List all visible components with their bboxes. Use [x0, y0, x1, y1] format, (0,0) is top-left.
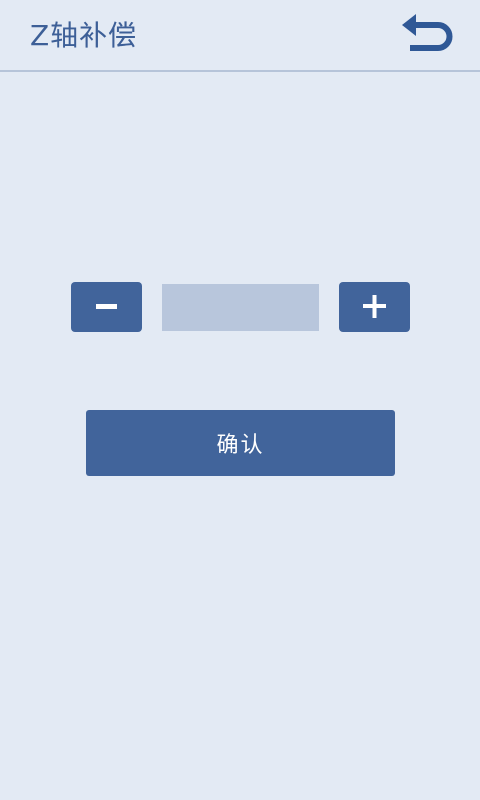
z-offset-input[interactable] [162, 284, 319, 331]
minus-icon [96, 304, 117, 309]
decrement-button[interactable] [71, 282, 142, 332]
plus-icon [363, 295, 386, 318]
confirm-button[interactable]: 确认 [86, 410, 395, 476]
page-title: Z轴补偿 [30, 19, 138, 52]
confirm-button-label: 确认 [216, 433, 265, 458]
back-button[interactable] [400, 12, 456, 62]
header-bar: Z轴补偿 [0, 0, 480, 72]
undo-arrow-icon [402, 14, 453, 51]
increment-button[interactable] [339, 282, 410, 332]
